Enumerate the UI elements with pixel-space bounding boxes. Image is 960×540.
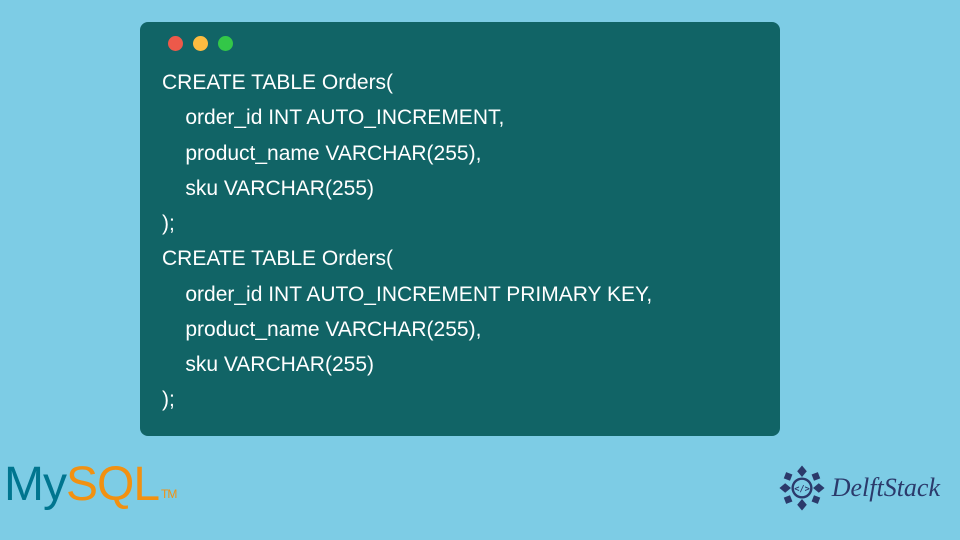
svg-text:</>: </> (794, 484, 810, 494)
window-traffic-lights (162, 36, 758, 51)
minimize-icon (193, 36, 208, 51)
code-block: CREATE TABLE Orders( order_id INT AUTO_I… (140, 22, 780, 436)
code-line: sku VARCHAR(255) (162, 177, 374, 200)
mysql-logo-tm: TM (161, 487, 176, 501)
code-line: order_id INT AUTO_INCREMENT, (162, 106, 504, 129)
delftstack-text: DelftStack (832, 473, 940, 503)
maximize-icon (218, 36, 233, 51)
mysql-logo-my: My (4, 458, 66, 511)
delftstack-logo: </> DelftStack (778, 464, 940, 512)
code-line: product_name VARCHAR(255), (162, 318, 481, 341)
code-line: CREATE TABLE Orders( (162, 71, 393, 94)
code-line: ); (162, 388, 175, 411)
code-line: ); (162, 212, 175, 235)
code-line: product_name VARCHAR(255), (162, 142, 481, 165)
mysql-logo: MySQLTM (4, 457, 176, 512)
delftstack-icon: </> (778, 464, 826, 512)
code-content: CREATE TABLE Orders( order_id INT AUTO_I… (162, 65, 758, 418)
code-line: sku VARCHAR(255) (162, 353, 374, 376)
code-line: order_id INT AUTO_INCREMENT PRIMARY KEY, (162, 283, 652, 306)
close-icon (168, 36, 183, 51)
mysql-logo-sql: SQL (66, 458, 159, 511)
code-line: CREATE TABLE Orders( (162, 247, 393, 270)
